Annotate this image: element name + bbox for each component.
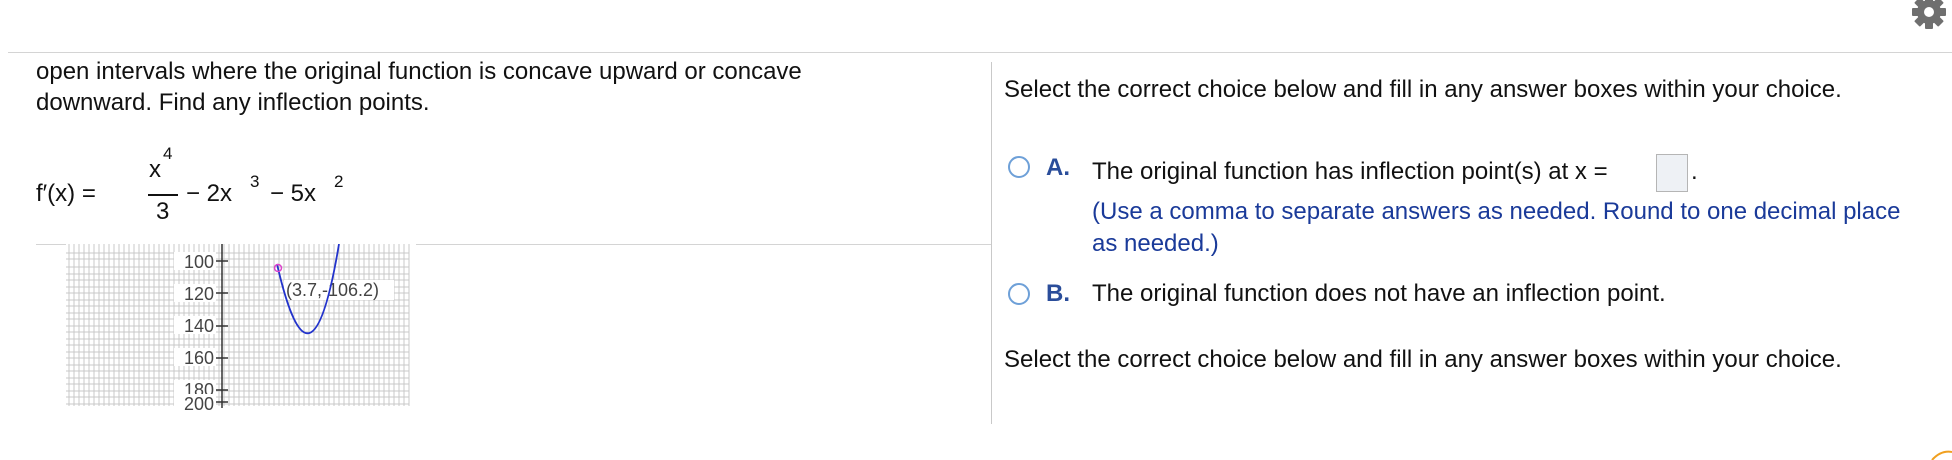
formula-lhs: f′(x) = <box>36 180 96 207</box>
y-tick-label: 200 <box>184 394 214 414</box>
instruction-1: Select the correct choice below and fill… <box>1004 76 1842 103</box>
problem-line-1: open intervals where the original functi… <box>36 58 802 85</box>
formula-term-2: − 2x <box>186 180 233 207</box>
formula-numerator: x <box>149 156 161 183</box>
formula-term-3-exponent: 2 <box>334 172 344 191</box>
choice-b-text[interactable]: The original function does not have an i… <box>1092 280 1666 308</box>
formula-numerator-exponent: 4 <box>163 144 173 163</box>
decorative-arc <box>1931 450 1952 460</box>
top-divider <box>8 52 1952 53</box>
choice-a-text[interactable]: The original function has inflection poi… <box>1092 158 1608 186</box>
point-label: (3.7,-106.2) <box>286 280 379 300</box>
formula-term-3: − 5x <box>270 180 317 207</box>
formula-term-2-exponent: 3 <box>250 172 260 191</box>
y-tick-label: 100 <box>184 252 214 272</box>
function-graph[interactable]: 100 120 140 160 180 200 (3.7,-106.2) <box>66 244 416 414</box>
derivative-formula: f′(x) = x 4 3 − 2x 3 − 5x 2 <box>36 144 436 228</box>
inflection-point-answer-box[interactable] <box>1656 154 1688 192</box>
y-tick-label: 120 <box>184 284 214 304</box>
choice-a-period: . <box>1691 158 1698 185</box>
choice-a-hint: (Use a comma to separate answers as need… <box>1092 198 1901 257</box>
formula-denominator: 3 <box>156 198 170 225</box>
choice-a-letter: A. <box>1046 154 1070 181</box>
y-tick-label: 160 <box>184 348 214 368</box>
panel-divider <box>991 62 992 424</box>
choice-a-radio[interactable] <box>1008 156 1030 178</box>
page: open intervals where the original functi… <box>0 0 1952 460</box>
choice-b-letter: B. <box>1046 280 1070 307</box>
problem-line-2: downward. Find any inflection points. <box>36 89 430 116</box>
fraction-bar <box>148 194 178 196</box>
problem-statement: open intervals where the original functi… <box>36 56 966 118</box>
choice-b-radio[interactable] <box>1008 283 1030 305</box>
y-tick-label: 140 <box>184 316 214 336</box>
gear-icon[interactable] <box>1905 0 1949 34</box>
instruction-2: Select the correct choice below and fill… <box>1004 346 1842 373</box>
